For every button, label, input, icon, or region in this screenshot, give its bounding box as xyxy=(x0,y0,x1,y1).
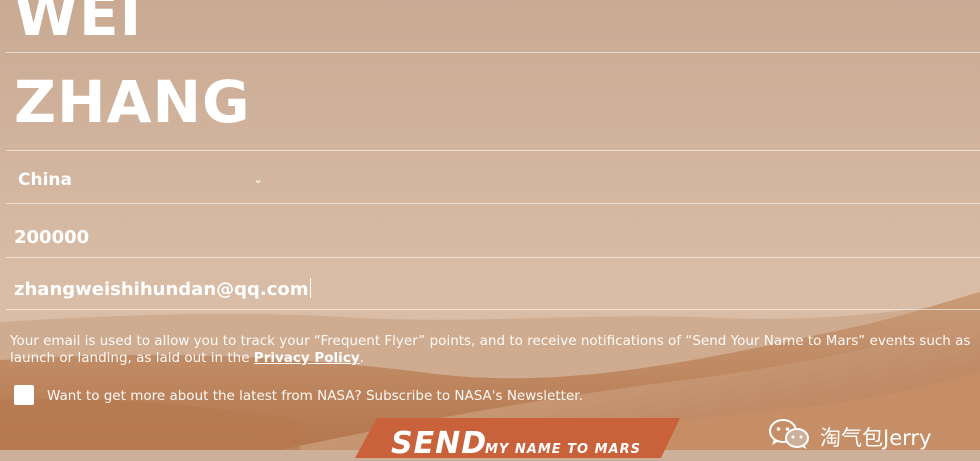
country-underline xyxy=(6,203,980,204)
newsletter-checkbox[interactable] xyxy=(14,385,34,405)
postal-code-underline xyxy=(6,257,980,258)
email-disclaimer: Your email is used to allow you to track… xyxy=(10,333,978,367)
send-button-label: SEND xyxy=(391,426,488,461)
email-field[interactable]: zhangweishihundan@qq.com xyxy=(14,278,311,300)
chevron-down-icon: ⌄ xyxy=(253,172,264,186)
text-cursor xyxy=(309,278,311,298)
watermark: 淘气包Jerry xyxy=(768,418,980,450)
email-underline xyxy=(6,309,980,310)
last-name-underline xyxy=(6,150,980,151)
newsletter-label: Want to get more about the latest from N… xyxy=(47,388,583,404)
country-selected-value: China xyxy=(18,170,72,190)
email-value: zhangweishihundan@qq.com xyxy=(14,279,309,300)
disclaimer-text: Your email is used to allow you to track… xyxy=(10,333,971,366)
first-name-underline xyxy=(6,52,980,53)
first-name-value: WEI xyxy=(14,0,143,49)
disclaimer-end: . xyxy=(359,350,364,366)
postal-code-value: 200000 xyxy=(14,227,90,248)
privacy-policy-link[interactable]: Privacy Policy xyxy=(254,350,360,366)
wechat-icon xyxy=(769,419,809,449)
watermark-text: 淘气包Jerry xyxy=(820,426,932,450)
last-name-value: ZHANG xyxy=(14,68,251,136)
send-name-button[interactable]: SEND MY NAME TO MARS xyxy=(355,418,680,461)
